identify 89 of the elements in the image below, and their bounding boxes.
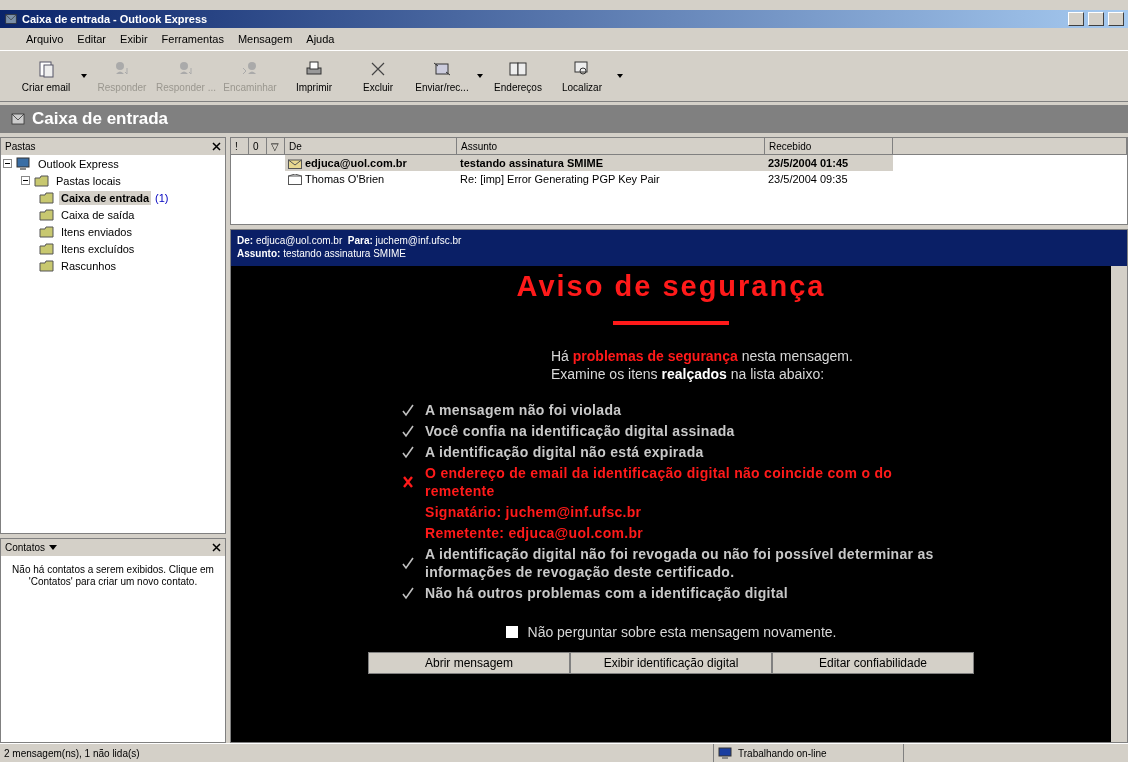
menu-item[interactable]: Exibir <box>120 33 148 45</box>
folder-item[interactable]: Itens excluídos <box>59 241 137 256</box>
status-text: Trabalhando on-line <box>714 744 904 762</box>
pane-title[interactable]: Contatos <box>5 542 46 554</box>
close-icon[interactable] <box>212 543 221 553</box>
check-icon <box>401 556 415 570</box>
pane-title: Pastas <box>5 141 36 152</box>
column-header[interactable]: ! <box>231 138 249 155</box>
address-book-icon <box>508 59 528 79</box>
closed-envelope-icon <box>288 157 302 169</box>
column-header[interactable]: 0 <box>249 138 267 155</box>
table-cell[interactable]: 23/5/2004 09:35 <box>765 171 893 187</box>
toolbar-button[interactable]: Excluir <box>346 51 410 101</box>
folder-icon <box>39 190 55 205</box>
close-icon[interactable] <box>212 142 221 151</box>
table-cell[interactable]: edjuca@uol.com.br <box>285 155 457 171</box>
intro-text: Examine os itens realçados na lista abaixo: <box>551 365 826 383</box>
check-item: Você confia na identificação digital assinada <box>425 422 735 440</box>
folder-item[interactable]: Caixa de saída <box>59 207 137 222</box>
intro-text: Há problemas de segurança nesta mensagem. <box>551 347 854 365</box>
collapse-icon[interactable] <box>21 176 30 185</box>
check-icon <box>401 586 415 600</box>
folder-icon <box>39 224 55 239</box>
unread-count: (1) <box>155 191 169 204</box>
header-line: De: edjuca@uol.com.br Para: juchem@inf.ufsc.br <box>237 234 463 247</box>
check-item: A identificação digital não foi revogada ou não foi possível determinar as informações de revogação deste certificado. <box>425 545 935 581</box>
check-item: Signatário: juchem@inf.ufsc.br <box>425 503 642 521</box>
folder-title: Caixa de entrada <box>32 109 169 129</box>
check-icon <box>401 403 415 417</box>
column-header[interactable]: Recebido <box>765 138 893 155</box>
action-button[interactable]: Abrir mensagem <box>368 652 570 674</box>
checkbox[interactable] <box>505 626 518 638</box>
check-item: A mensagem não foi violada <box>425 401 622 419</box>
app-icon <box>4 12 18 26</box>
menu-item[interactable]: Mensagem <box>237 33 293 45</box>
toolbar-button[interactable]: Localizar <box>550 51 614 101</box>
caret-icon[interactable] <box>49 545 58 551</box>
column-header[interactable]: Assunto <box>457 138 765 155</box>
new-mail-icon <box>36 59 56 79</box>
computer-icon <box>16 156 32 171</box>
table-cell[interactable]: testando assinatura SMIME <box>457 155 765 171</box>
folder-item[interactable]: Pastas locais <box>54 173 123 188</box>
folder-item[interactable]: Itens enviados <box>59 224 134 239</box>
folder-icon <box>34 173 50 188</box>
check-icon <box>401 424 415 438</box>
check-item: Remetente: edjuca@uol.com.br <box>425 524 644 542</box>
check-item: O endereço de email da identificação digital não coincide com o do remetente <box>425 464 894 500</box>
close-button[interactable] <box>1108 12 1124 26</box>
check-icon <box>401 445 415 459</box>
cross-icon <box>401 475 415 489</box>
folder-icon <box>39 258 55 273</box>
header-line: Assunto: testando assinatura SMIME <box>237 247 407 260</box>
inbox-icon <box>10 111 26 127</box>
menu-item[interactable]: Editar <box>77 33 107 45</box>
toolbar-button[interactable]: Criar email <box>14 51 78 101</box>
monitor-icon <box>718 747 732 759</box>
folder-item[interactable]: Caixa de entrada <box>59 190 152 205</box>
minimize-button[interactable] <box>1068 12 1084 26</box>
table-cell[interactable]: Thomas O'Brien <box>285 171 457 187</box>
folder-item[interactable]: Rascunhos <box>59 258 119 273</box>
open-envelope-icon <box>288 173 302 185</box>
table-cell[interactable]: Re: [imp] Error Generating PGP Key Pair <box>457 171 765 187</box>
menu-item[interactable]: Arquivo <box>26 33 64 45</box>
check-item: Não há outros problemas com a identificação digital <box>425 584 789 602</box>
warning-title: Aviso de segurança <box>516 270 826 303</box>
menu-item[interactable]: Ferramentas <box>161 33 224 45</box>
empty-message: Não há contatos a serem exibidos. Clique em 'Contatos' para criar um novo contato. <box>11 564 215 589</box>
caret-icon[interactable] <box>80 73 88 79</box>
checkbox-label: Não perguntar sobre esta mensagem novamente. <box>527 624 837 640</box>
column-header[interactable]: ▽ <box>267 138 285 155</box>
status-text: 2 mensagem(ns), 1 não lida(s) <box>0 744 714 762</box>
action-button[interactable]: Exibir identificação digital <box>570 652 772 674</box>
menu-item[interactable]: Ajuda <box>306 33 335 45</box>
caret-icon[interactable] <box>476 73 484 79</box>
toolbar-button[interactable]: Imprimir <box>282 51 346 101</box>
caret-icon[interactable] <box>616 73 624 79</box>
folder-item[interactable]: Outlook Express <box>36 156 121 171</box>
scrollbar[interactable] <box>1111 266 1127 742</box>
check-item: A identificação digital não está expirada <box>425 443 704 461</box>
collapse-icon[interactable] <box>3 159 12 168</box>
folder-icon <box>39 207 55 222</box>
table-cell[interactable]: 23/5/2004 01:45 <box>765 155 893 171</box>
window-title: Caixa de entrada - Outlook Express <box>22 13 209 25</box>
toolbar-button[interactable]: Enviar/rec... <box>410 51 474 101</box>
folder-icon <box>39 241 55 256</box>
action-button[interactable]: Editar confiabilidade <box>772 652 974 674</box>
restore-button[interactable] <box>1088 12 1104 26</box>
column-header[interactable]: De <box>285 138 457 155</box>
toolbar-button[interactable]: Endereços <box>486 51 550 101</box>
